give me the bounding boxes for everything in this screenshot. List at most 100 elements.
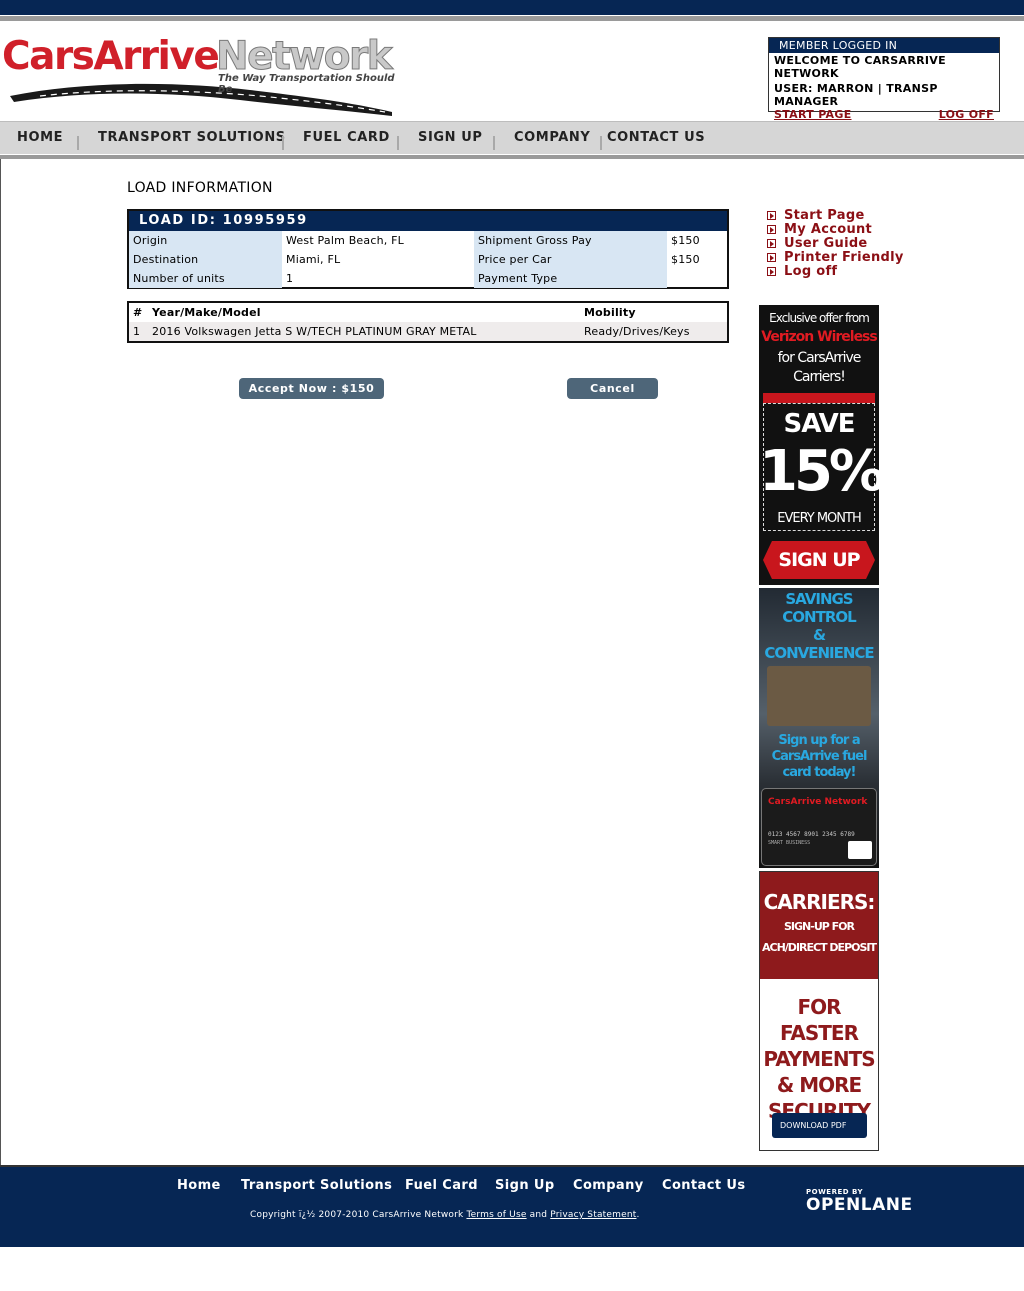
site-logo[interactable]: CarsArrive Network The Way Transportatio… bbox=[0, 30, 400, 118]
ad1-line2: Verizon Wireless bbox=[761, 329, 877, 345]
nav-transport-solutions[interactable]: TRANSPORT SOLUTIONS bbox=[98, 122, 286, 155]
member-box-title: MEMBER LOGGED IN bbox=[769, 38, 999, 53]
col-header-number: # bbox=[133, 306, 143, 319]
destination-label: Destination bbox=[129, 250, 282, 269]
ad2-sub-3: card today! bbox=[782, 765, 857, 780]
nav-fuel-card[interactable]: FUEL CARD bbox=[303, 122, 390, 155]
table-row: Destination Miami, FL Price per Car $150 bbox=[129, 250, 727, 269]
vehicle-ymm: 2016 Volkswagen Jetta S W/TECH PLATINUM … bbox=[148, 322, 580, 341]
gross-pay-label: Shipment Gross Pay bbox=[474, 231, 667, 250]
side-link-label: Log off bbox=[784, 263, 838, 279]
footer-link-fuel-card[interactable]: Fuel Card bbox=[405, 1178, 478, 1193]
member-welcome: WELCOME TO CARSARRIVE NETWORK bbox=[774, 54, 946, 80]
origin-value: West Palm Beach, FL bbox=[286, 234, 405, 247]
truck-image bbox=[767, 666, 871, 726]
footer-link-contact-us[interactable]: Contact Us bbox=[662, 1178, 745, 1193]
footer-link-company[interactable]: Company bbox=[573, 1178, 644, 1193]
start-page-link[interactable]: START PAGE bbox=[774, 108, 852, 122]
payment-type-label: Payment Type bbox=[474, 269, 667, 288]
nav-company[interactable]: COMPANY bbox=[514, 122, 590, 155]
download-pdf-button[interactable]: DOWNLOAD PDF bbox=[772, 1113, 867, 1138]
footer: Home Transport Solutions Fuel Card Sign … bbox=[0, 1165, 1024, 1247]
arrow-icon bbox=[767, 266, 776, 276]
nav-separator bbox=[397, 136, 399, 150]
gross-pay-value: $150 bbox=[671, 234, 700, 247]
origin-label: Origin bbox=[129, 231, 282, 250]
footer-link-home[interactable]: Home bbox=[177, 1178, 221, 1193]
ad3-sub1: SIGN-UP FOR bbox=[784, 920, 855, 933]
ad1-save: SAVE bbox=[783, 409, 856, 439]
ad2-head-2: CONTROL bbox=[782, 608, 856, 626]
footer-link-sign-up[interactable]: Sign Up bbox=[495, 1178, 555, 1193]
side-link-printer-friendly[interactable]: Printer Friendly bbox=[767, 249, 904, 265]
top-bar bbox=[0, 0, 1024, 15]
price-per-car-label: Price per Car bbox=[474, 250, 667, 269]
ad3-body-3: & MORE bbox=[776, 1073, 862, 1097]
ad1-percent: 15% bbox=[759, 439, 879, 504]
card-logo bbox=[848, 841, 872, 859]
member-login-box: MEMBER LOGGED IN WELCOME TO CARSARRIVE N… bbox=[768, 37, 1000, 121]
units-label: Number of units bbox=[129, 269, 282, 288]
ad1-every-month: EVERY MONTH bbox=[777, 511, 862, 526]
arrow-icon bbox=[767, 252, 776, 262]
load-id-header: LOAD ID: 10995959 bbox=[129, 211, 727, 231]
nav-separator bbox=[77, 136, 79, 150]
arrow-icon bbox=[767, 210, 776, 220]
logo-tagline: The Way Transportation Should Be bbox=[218, 73, 395, 95]
ad1-line4: Carriers! bbox=[793, 369, 846, 385]
arrow-icon bbox=[767, 238, 776, 248]
card-brand: CarsArrive Network bbox=[768, 797, 868, 807]
ad2-head-3: & CONVENIENCE bbox=[764, 626, 874, 662]
vehicle-table: # Year/Make/Model Mobility 1 2016 Volksw… bbox=[127, 301, 729, 343]
card-label: SMART BUSINESS bbox=[768, 840, 811, 846]
table-row: Number of units 1 Payment Type bbox=[129, 269, 727, 288]
ad2-sub-1: Sign up for a bbox=[778, 733, 860, 748]
side-link-label: My Account bbox=[784, 221, 873, 237]
log-off-link[interactable]: LOG OFF bbox=[939, 108, 994, 122]
nav-separator bbox=[493, 136, 495, 150]
load-info-table: LOAD ID: 10995959 Origin West Palm Beach… bbox=[127, 209, 729, 289]
price-per-car-value: $150 bbox=[671, 253, 700, 266]
main-nav: HOME TRANSPORT SOLUTIONS FUEL CARD SIGN … bbox=[0, 121, 1024, 154]
verizon-ad[interactable]: Exclusive offer from Verizon Wireless fo… bbox=[759, 305, 879, 585]
side-link-log-off[interactable]: Log off bbox=[767, 263, 904, 279]
ach-deposit-ad[interactable]: CARRIERS: SIGN-UP FOR ACH/DIRECT DEPOSIT… bbox=[759, 871, 879, 1151]
openlane-wordmark: OPENLANE bbox=[806, 1195, 913, 1215]
ad2-sub-2: CarsArrive fuel bbox=[771, 749, 868, 764]
payment-type-value bbox=[667, 269, 727, 288]
side-link-label: User Guide bbox=[784, 235, 868, 251]
side-link-my-account[interactable]: My Account bbox=[767, 221, 904, 237]
ad3-head: CARRIERS: bbox=[763, 890, 876, 914]
side-link-label: Printer Friendly bbox=[784, 249, 904, 265]
nav-sign-up[interactable]: SIGN UP bbox=[418, 122, 483, 155]
col-header-ymm: Year/Make/Model bbox=[152, 306, 261, 319]
side-link-label: Start Page bbox=[784, 207, 865, 223]
arrow-icon bbox=[767, 224, 776, 234]
destination-value: Miami, FL bbox=[286, 253, 341, 266]
copyright-text: Copyright ï¿½ 2007-2010 CarsArrive Netwo… bbox=[250, 1210, 464, 1220]
units-value: 1 bbox=[286, 272, 294, 285]
side-link-user-guide[interactable]: User Guide bbox=[767, 235, 904, 251]
copyright-and: and bbox=[529, 1210, 548, 1220]
card-number: 0123 4567 8901 2345 6789 bbox=[768, 831, 855, 838]
vehicle-mobility: Ready/Drives/Keys bbox=[580, 322, 727, 341]
accept-now-button[interactable]: Accept Now : $150 bbox=[239, 378, 384, 399]
nav-contact-us[interactable]: CONTACT US bbox=[607, 122, 705, 155]
nav-home[interactable]: HOME bbox=[17, 122, 63, 155]
table-row: 1 2016 Volkswagen Jetta S W/TECH PLATINU… bbox=[129, 322, 727, 341]
page-title: LOAD INFORMATION bbox=[127, 180, 273, 196]
col-header-mobility: Mobility bbox=[584, 306, 636, 319]
member-user: USER: MARRON | TRANSP MANAGER bbox=[774, 82, 938, 108]
ad1-line3: for CarsArrive bbox=[777, 350, 862, 366]
side-link-start-page[interactable]: Start Page bbox=[767, 207, 904, 223]
fuel-card-ad[interactable]: SAVINGS CONTROL & CONVENIENCE Sign up fo… bbox=[759, 588, 879, 868]
footer-link-transport-solutions[interactable]: Transport Solutions bbox=[241, 1178, 392, 1193]
cancel-button[interactable]: Cancel bbox=[567, 378, 658, 399]
nav-separator bbox=[600, 136, 602, 150]
ad2-head-1: SAVINGS bbox=[785, 590, 853, 608]
ad3-sub2: ACH/DIRECT DEPOSIT bbox=[762, 941, 877, 954]
openlane-logo[interactable]: POWERED BY OPENLANE bbox=[806, 1188, 913, 1216]
vehicle-number: 1 bbox=[129, 322, 148, 341]
privacy-statement-link[interactable]: Privacy Statement bbox=[550, 1210, 636, 1220]
terms-of-use-link[interactable]: Terms of Use bbox=[466, 1210, 526, 1220]
